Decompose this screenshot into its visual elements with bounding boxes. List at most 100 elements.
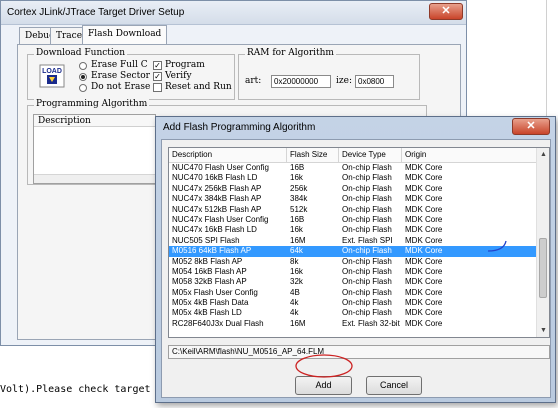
row-origin: MDK Core xyxy=(405,287,443,297)
list-row[interactable]: M05x Flash User Config 4B On-chip Flash MDK… xyxy=(169,288,537,298)
scroll-up-icon[interactable]: ▲ xyxy=(537,148,549,161)
list-row[interactable]: NUC47x 16kB Flash LD 16k On-chip Flash MDK … xyxy=(169,225,537,235)
row-origin: MDK Core xyxy=(405,173,443,183)
close-icon: ✕ xyxy=(441,5,451,17)
row-flash-size: 16B xyxy=(290,163,305,172)
program-label: Program xyxy=(165,60,205,70)
row-flash-size: 8k xyxy=(290,256,299,266)
row-flash-size: 16k xyxy=(290,173,303,183)
row-description: NUC47x 256kB Flash AP xyxy=(172,183,262,193)
row-device-type: Ext. Flash SPI xyxy=(342,235,393,245)
list-row[interactable]: NUC505 SPI Flash 16M Ext. Flash SPI MDK Cor… xyxy=(169,236,537,246)
row-flash-size: 32k xyxy=(290,277,303,287)
algorithm-list[interactable]: Description Flash Size Device Type Origi… xyxy=(168,147,550,338)
algorithm-list[interactable]: Description xyxy=(33,114,156,184)
row-origin: MDK Core xyxy=(405,225,443,235)
row-description: NUC47x 16kB Flash LD xyxy=(172,225,257,235)
column-description: Description xyxy=(38,116,91,126)
row-origin: MDK Core xyxy=(405,235,443,245)
list-row[interactable]: NUC47x 256kB Flash AP 256k On-chip Flash MD… xyxy=(169,184,537,194)
list-row[interactable]: NUC47x 384kB Flash AP 384k On-chip Flash MD… xyxy=(169,194,537,204)
list-row[interactable]: M05x 4kB Flash LD 4k On-chip Flash MDK Core xyxy=(169,308,537,318)
size-label: ize: xyxy=(336,76,352,86)
close-button[interactable]: ✕ xyxy=(429,3,463,20)
scroll-down-icon[interactable]: ▼ xyxy=(537,324,549,337)
row-flash-size: 16k xyxy=(290,225,303,235)
row-description: M05x 4kB Flash Data xyxy=(172,298,249,308)
row-origin: MDK Core xyxy=(405,246,443,256)
row-origin: MDK Core xyxy=(405,163,443,172)
list-row[interactable]: M052 8kB Flash AP 8k On-chip Flash MDK Core xyxy=(169,257,537,267)
erase-full-chip-radio[interactable] xyxy=(79,62,87,70)
list-row[interactable]: M0516 64kB Flash AP 64k On-chip Flash MDK C… xyxy=(169,246,537,257)
list-row[interactable]: M054 16kB Flash AP 16k On-chip Flash MDK Co… xyxy=(169,267,537,277)
dialog-body: Description Flash Size Device Type Origi… xyxy=(161,139,551,398)
column-origin[interactable]: Origin xyxy=(402,148,537,163)
row-flash-size: 16M xyxy=(290,318,306,328)
row-origin: MDK Core xyxy=(405,308,443,318)
group-title: RAM for Algorithm xyxy=(245,48,336,58)
close-icon: ✕ xyxy=(526,120,536,132)
do-not-erase-radio[interactable] xyxy=(79,84,87,92)
group-title: Programming Algorithm xyxy=(34,99,150,109)
row-device-type: On-chip Flash xyxy=(342,163,392,172)
row-flash-size: 16k xyxy=(290,266,303,276)
row-origin: MDK Core xyxy=(405,298,443,308)
row-description: NUC47x Flash User Config xyxy=(172,214,269,224)
column-device-type[interactable]: Device Type xyxy=(339,148,402,163)
list-row[interactable]: NUC47x Flash User Config 16B On-chip Flash… xyxy=(169,215,537,225)
list-row[interactable]: NUC470 Flash User Config 16B On-chip Flash… xyxy=(169,163,537,173)
row-flash-size: 256k xyxy=(290,183,308,193)
row-description: M05x 4kB Flash LD xyxy=(172,308,242,318)
horizontal-scrollbar[interactable] xyxy=(34,174,155,183)
column-description[interactable]: Description xyxy=(169,148,287,163)
list-row[interactable]: NUC47x 512kB Flash AP 512k On-chip Flash MD… xyxy=(169,205,537,215)
column-flash-size[interactable]: Flash Size xyxy=(287,148,339,163)
dialog-title: Add Flash Programming Algorithm xyxy=(163,122,316,133)
row-device-type: Ext. Flash 32-bit xyxy=(342,318,400,328)
row-description: RC28F640J3x Dual Flash xyxy=(172,318,264,328)
row-device-type: On-chip Flash xyxy=(342,246,392,256)
row-description: M054 16kB Flash AP xyxy=(172,266,247,276)
list-row[interactable]: RC28F640J3x Dual Flash 16M Ext. Flash 32-b… xyxy=(169,319,537,329)
title-bar: Cortex JLink/JTrace Target Driver Setup … xyxy=(1,1,466,25)
program-checkbox[interactable]: ✓ xyxy=(153,61,162,70)
list-row[interactable]: M05x 4kB Flash Data 4k On-chip Flash MDK Co… xyxy=(169,298,537,308)
vertical-scrollbar[interactable]: ▲ ▼ xyxy=(536,148,549,337)
row-device-type: On-chip Flash xyxy=(342,173,392,183)
row-flash-size: 16M xyxy=(290,235,306,245)
verify-checkbox[interactable]: ✓ xyxy=(153,72,162,81)
row-device-type: On-chip Flash xyxy=(342,204,392,214)
close-button[interactable]: ✕ xyxy=(512,118,550,135)
ram-start-field[interactable]: 0x20000000 xyxy=(271,75,331,88)
tab-flash-download[interactable]: Flash Download xyxy=(82,25,168,45)
row-origin: MDK Core xyxy=(405,214,443,224)
add-button[interactable]: Add xyxy=(295,376,352,395)
divider xyxy=(546,0,547,120)
row-description: NUC47x 512kB Flash AP xyxy=(172,204,262,214)
load-icon-text: LOAD xyxy=(42,68,62,75)
row-description: M0516 64kB Flash AP xyxy=(172,246,252,256)
row-device-type: On-chip Flash xyxy=(342,308,392,318)
row-origin: MDK Core xyxy=(405,277,443,287)
scroll-thumb[interactable] xyxy=(539,238,547,298)
list-row[interactable]: NUC470 16kB Flash LD 16k On-chip Flash MDK … xyxy=(169,173,537,183)
row-description: NUC505 SPI Flash xyxy=(172,235,240,245)
reset-and-run-checkbox[interactable] xyxy=(153,83,162,92)
erase-sector-radio[interactable] xyxy=(79,73,87,81)
row-flash-size: 4k xyxy=(290,308,299,318)
row-device-type: On-chip Flash xyxy=(342,225,392,235)
row-origin: MDK Core xyxy=(405,266,443,276)
ram-size-field[interactable]: 0x0800 xyxy=(355,75,394,88)
verify-label: Verify xyxy=(165,71,192,81)
group-title: Download Function xyxy=(34,48,128,58)
row-device-type: On-chip Flash xyxy=(342,256,392,266)
list-header: Description Flash Size Device Type Origi… xyxy=(169,148,537,163)
reset-and-run-label: Reset and Run xyxy=(165,82,232,92)
cancel-button[interactable]: Cancel xyxy=(366,376,422,395)
list-row[interactable]: M058 32kB Flash AP 32k On-chip Flash MDK Co… xyxy=(169,277,537,287)
row-origin: MDK Core xyxy=(405,318,443,328)
ram-for-algorithm-group: RAM for Algorithm art: 0x20000000 ize: 0… xyxy=(238,48,420,100)
row-device-type: On-chip Flash xyxy=(342,194,392,204)
algorithm-path-field: C:\Keil\ARM\flash\NU_M0516_AP_64.FLM xyxy=(168,345,550,359)
